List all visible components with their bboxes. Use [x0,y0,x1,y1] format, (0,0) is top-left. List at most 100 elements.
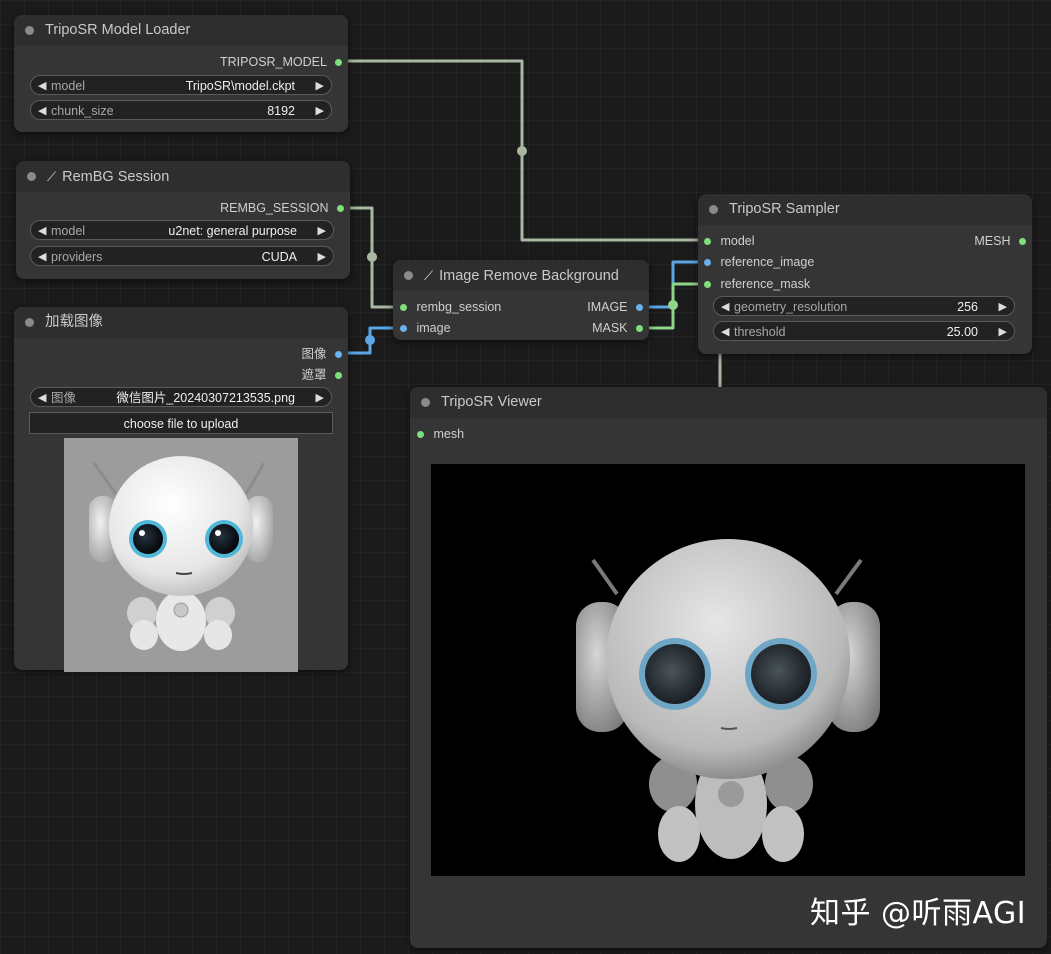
input-slot-reference-mask[interactable]: reference_mask [704,276,810,292]
arrow-right-icon[interactable]: ▶ [999,297,1007,317]
wire-model-midpoint[interactable] [517,146,527,156]
node-title: Image Remove Background [439,268,619,284]
chunk-size-stepper[interactable]: ◀ chunk_size 8192 ▶ [30,100,332,120]
arrow-right-icon[interactable]: ▶ [318,247,326,267]
input-slot-image[interactable]: image [400,320,451,336]
node-title-bar[interactable]: TripoSR Sampler [698,194,1032,225]
slot-dot-icon[interactable] [400,325,407,333]
widget-label: threshold [734,325,786,339]
input-label: model [720,234,755,248]
collapse-dot-icon[interactable] [404,271,413,280]
mesh-3d-viewport[interactable] [431,464,1025,876]
arrow-left-icon[interactable]: ◀ [721,322,729,342]
node-title-bar[interactable]: ⟋ RemBG Session [16,161,350,192]
output-label: 遮罩 [301,368,327,382]
rembg-model-combo[interactable]: ◀ model u2net: general purpose ▶ [30,220,334,240]
node-rembg-session[interactable]: ⟋ RemBG Session REMBG_SESSION ◀ model u2n… [16,161,350,279]
image-file-combo[interactable]: ◀ 图像 微信图片_20240307213535.png ▶ [30,387,332,407]
node-image-remove-background[interactable]: ⟋ Image Remove Background rembg_session i… [393,260,649,340]
node-load-image[interactable]: 加载图像 图像 遮罩 ◀ 图像 微信图片_20240307213535.png … [14,307,348,672]
output-label: IMAGE [587,300,628,314]
collapse-dot-icon[interactable] [25,26,34,35]
output-slot-mask[interactable]: 遮罩 [301,367,342,383]
slot-dot-icon[interactable] [337,205,344,213]
node-triposr-sampler[interactable]: TripoSR Sampler model reference_image re… [698,194,1032,354]
model-combo[interactable]: ◀ model TripoSR\model.ckpt ▶ [30,75,332,95]
collapse-dot-icon[interactable] [709,205,718,214]
output-slot-mask[interactable]: MASK [592,320,643,336]
watermark-text: 知乎 @听雨AGI [810,896,1027,931]
collapse-dot-icon[interactable] [25,318,34,327]
node-title: TripoSR Viewer [441,394,542,410]
arrow-right-icon[interactable]: ▶ [316,76,324,96]
collapse-dot-icon[interactable] [421,398,430,407]
slot-dot-icon[interactable] [335,351,342,359]
slot-dot-icon[interactable] [417,431,424,439]
output-slot-triposr-model[interactable]: TRIPOSR_MODEL [220,54,342,70]
slot-dot-icon[interactable] [704,259,711,267]
widget-label: model [51,79,86,93]
arrow-left-icon[interactable]: ◀ [721,297,729,317]
widget-label: providers [51,250,103,264]
node-title-bar[interactable]: ⟋ Image Remove Background [393,260,649,291]
arrow-left-icon[interactable]: ◀ [38,76,46,96]
arrow-left-icon[interactable]: ◀ [38,388,46,408]
widget-value: TripoSR\model.ckpt [185,79,295,93]
wire-rembg-midpoint[interactable] [367,252,377,262]
node-title-bar[interactable]: TripoSR Viewer [410,387,1047,418]
geometry-resolution-stepper[interactable]: ◀ geometry_resolution 256 ▶ [713,296,1015,316]
slot-dot-icon[interactable] [335,372,342,380]
output-slot-mesh[interactable]: MESH [974,233,1026,249]
slot-dot-icon[interactable] [636,325,643,333]
slot-dot-icon[interactable] [704,238,711,246]
widget-value: 25.00 [946,325,978,339]
widget-value: CUDA [261,250,297,264]
node-title-bar[interactable]: TripoSR Model Loader [14,15,348,46]
input-slot-mesh[interactable]: mesh [417,426,464,442]
magic-wand-icon: ⟋ [47,169,57,184]
input-label: reference_image [720,255,815,269]
input-slot-rembg-session[interactable]: rembg_session [400,299,501,315]
node-triposr-viewer[interactable]: TripoSR Viewer mesh [410,387,1047,948]
output-slot-image[interactable]: 图像 [302,346,342,362]
output-label: REMBG_SESSION [220,201,329,215]
widget-label: 图像 [51,391,77,405]
output-label: TRIPOSR_MODEL [220,55,327,69]
slot-dot-icon[interactable] [400,304,407,312]
wire-image-midpoint[interactable] [365,335,375,345]
input-slot-model[interactable]: model [704,233,755,249]
image-preview [64,438,298,672]
slot-dot-icon[interactable] [636,304,643,312]
widget-label: chunk_size [51,104,114,118]
input-label: rembg_session [416,300,502,314]
arrow-left-icon[interactable]: ◀ [38,221,46,241]
slot-dot-icon[interactable] [704,281,711,289]
output-slot-image[interactable]: IMAGE [587,299,643,315]
node-title: TripoSR Sampler [729,201,840,217]
input-label: reference_mask [720,277,811,291]
output-slot-rembg-session[interactable]: REMBG_SESSION [220,200,344,216]
wire-refs-midpoint[interactable] [668,300,678,310]
arrow-right-icon[interactable]: ▶ [999,322,1007,342]
output-label: MASK [592,321,628,335]
slot-dot-icon[interactable] [335,59,342,67]
threshold-stepper[interactable]: ◀ threshold 25.00 ▶ [713,321,1015,341]
arrow-left-icon[interactable]: ◀ [38,101,46,121]
arrow-right-icon[interactable]: ▶ [318,221,326,241]
input-label: mesh [433,427,465,441]
widget-label: geometry_resolution [734,300,848,314]
providers-combo[interactable]: ◀ providers CUDA ▶ [30,246,334,266]
node-triposr-model-loader[interactable]: TripoSR Model Loader TRIPOSR_MODEL ◀ mod… [14,15,348,132]
input-slot-reference-image[interactable]: reference_image [704,254,814,270]
choose-file-button[interactable]: choose file to upload [29,412,333,434]
arrow-right-icon[interactable]: ▶ [316,388,324,408]
widget-value: 微信图片_20240307213535.png [116,391,295,405]
collapse-dot-icon[interactable] [27,172,36,181]
arrow-right-icon[interactable]: ▶ [316,101,324,121]
widget-label: model [51,224,86,238]
widget-value: u2net: general purpose [168,224,297,238]
node-title-bar[interactable]: 加载图像 [14,307,348,338]
arrow-left-icon[interactable]: ◀ [38,247,46,267]
slot-dot-icon[interactable] [1019,238,1026,246]
magic-wand-icon: ⟋ [424,268,434,283]
